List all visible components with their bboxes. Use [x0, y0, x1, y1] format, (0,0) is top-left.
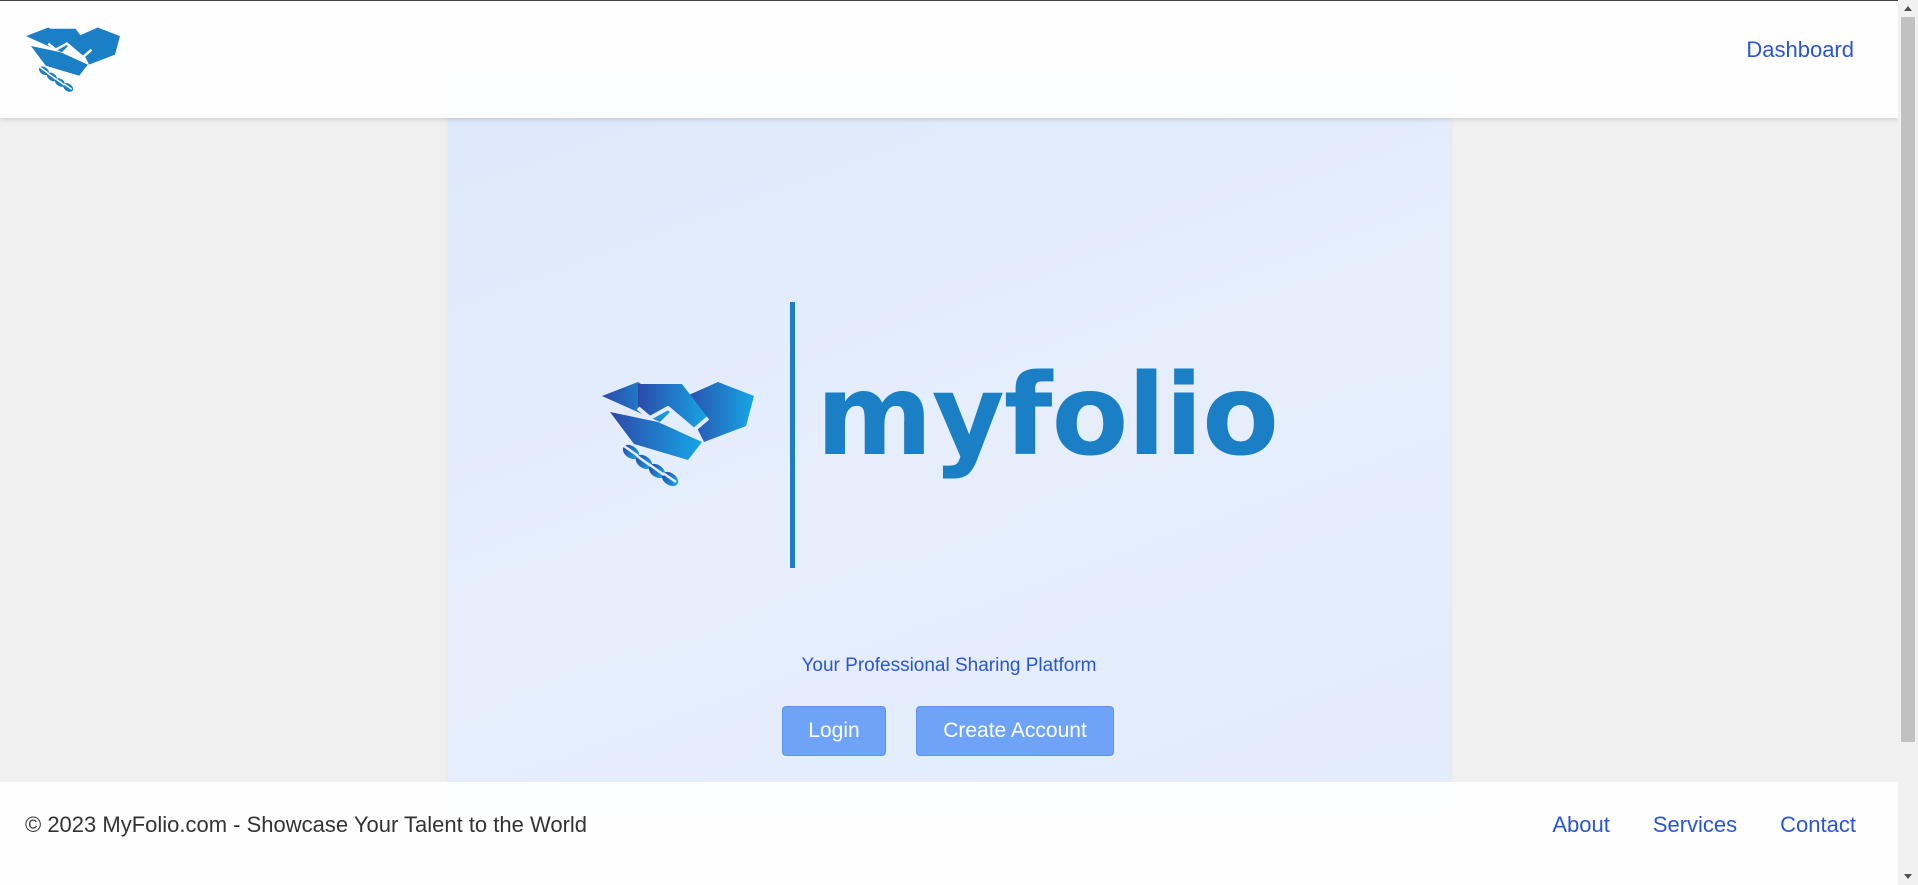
- brand-divider: [790, 302, 795, 568]
- tagline: Your Professional Sharing Platform: [801, 655, 1097, 676]
- login-button[interactable]: Login: [782, 706, 886, 756]
- brand-logo: myfolio: [598, 302, 1298, 570]
- footer-copyright: © 2023 MyFolio.com - Showcase Your Talen…: [25, 812, 588, 837]
- scroll-down-arrow-icon[interactable]: [1898, 868, 1918, 885]
- footer: © 2023 MyFolio.com - Showcase Your Talen…: [0, 782, 1898, 885]
- footer-link-about[interactable]: About: [1552, 812, 1610, 838]
- top-navbar: Dashboard: [0, 0, 1898, 118]
- vertical-scrollbar[interactable]: [1898, 0, 1918, 885]
- footer-link-services[interactable]: Services: [1653, 812, 1737, 838]
- scroll-up-arrow-icon[interactable]: [1898, 0, 1918, 17]
- scrollbar-thumb[interactable]: [1901, 17, 1915, 742]
- page: Dashboard myfolio Your Professional Shar…: [0, 0, 1918, 885]
- handshake-icon: [26, 27, 120, 92]
- nav-dashboard-link[interactable]: Dashboard: [1746, 37, 1854, 63]
- footer-links: About Services Contact: [1552, 812, 1856, 838]
- footer-link-contact[interactable]: Contact: [1780, 812, 1856, 838]
- brand-wordmark: myfolio: [816, 351, 1279, 481]
- logo-link[interactable]: [22, 25, 124, 93]
- handshake-icon: [602, 382, 754, 487]
- create-account-button[interactable]: Create Account: [916, 706, 1114, 756]
- hero-card: myfolio Your Professional Sharing Platfo…: [448, 68, 1450, 814]
